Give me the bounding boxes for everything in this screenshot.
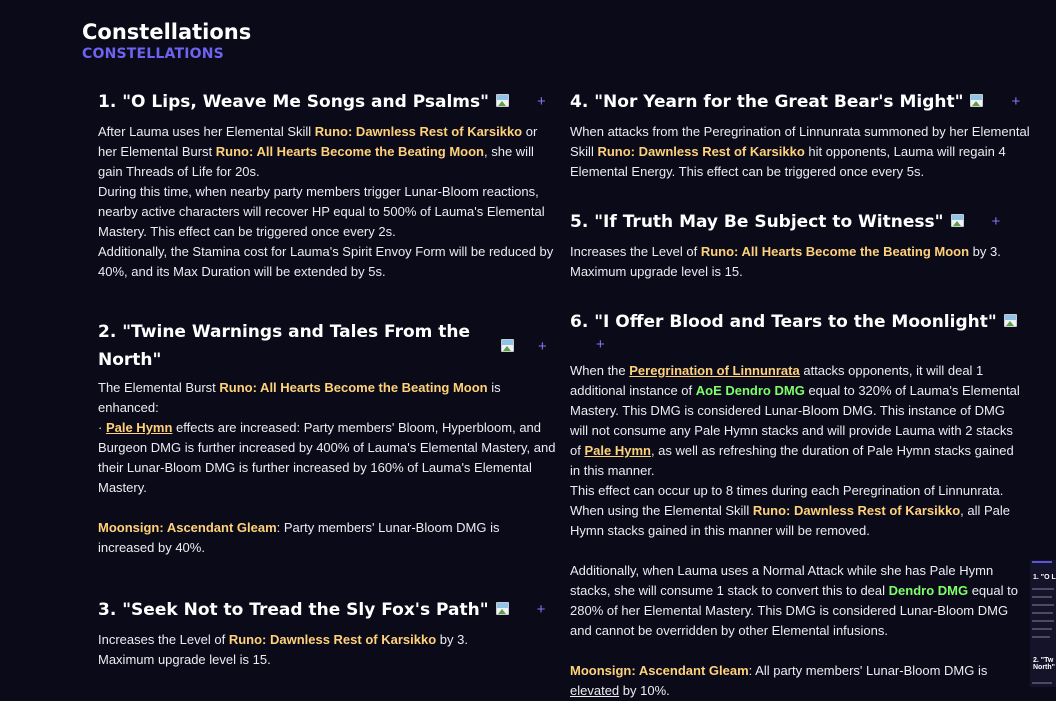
expand-plus-button[interactable]: + [992,213,1001,230]
page-header: Constellations CONSTELLATIONS [82,18,251,62]
text-segment: The Elemental Burst [98,380,220,395]
card-header: 4. "Nor Yearn for the Great Bear's Might… [570,88,1030,116]
pale-hymn-link[interactable]: Pale Hymn [584,443,650,458]
broken-image-icon [495,93,511,109]
moonsign-highlight: Moonsign: Ascendant Gleam [570,663,749,678]
constellation-description: When attacks from the Peregrination of L… [570,122,1030,182]
burst-highlight: Runo: All Hearts Become the Beating Moon [215,144,484,159]
constellation-title: 6. "I Offer Blood and Tears to the Moonl… [570,312,997,332]
constellation-title: 4. "Nor Yearn for the Great Bear's Might… [570,92,964,112]
text-segment: : All party members' Lunar-Bloom DMG is [748,663,988,678]
constellation-title: 1. "O Lips, Weave Me Songs and Psalms" [98,92,489,112]
text-segment: Increases the Level of [570,244,701,259]
description-paragraph: When attacks from the Peregrination of L… [570,122,1030,182]
expand-plus-button[interactable]: + [537,93,546,110]
constellation-title: 3. "Seek Not to Tread the Sly Fox's Path… [98,600,489,620]
constellation-description: The Elemental Burst Runo: All Hearts Bec… [98,378,558,558]
description-paragraph: During this time, when nearby party memb… [98,184,545,239]
expand-plus-button[interactable]: + [1011,93,1020,110]
elevated-link[interactable]: elevated [570,683,619,698]
constellation-description: Increases the Level of Runo: All Hearts … [570,242,1030,282]
broken-image-icon [950,213,966,229]
description-paragraph: · Pale Hymn effects are increased: Party… [98,418,558,498]
description-paragraph: Additionally, the Stamina cost for Lauma… [98,244,554,279]
skill-highlight: Runo: Dawnless Rest of Karsikko [597,144,805,159]
description-paragraph: Increases the Level of Runo: All Hearts … [570,242,1030,262]
dendro-highlight: Dendro DMG [888,583,969,598]
card-header: 5. "If Truth May Be Subject to Witness" + [570,208,1030,236]
broken-image-icon [1003,313,1019,329]
constellation-description: When the Peregrination of Linnunrata att… [570,361,1026,701]
dendro-highlight: AoE Dendro DMG [695,383,805,398]
card-header: 6. "I Offer Blood and Tears to the Moonl… [570,308,1026,355]
constellation-description: After Lauma uses her Elemental Skill Run… [98,122,558,282]
expand-plus-button[interactable]: + [537,601,546,618]
expand-plus-button[interactable]: + [538,338,547,355]
description-paragraph: After Lauma uses her Elemental Skill Run… [98,122,558,182]
constellation-card-2: 2. "Twine Warnings and Tales From the Nor… [98,318,558,558]
broken-image-icon [495,601,511,617]
text-segment: by 3. [969,244,1001,259]
card-header: 2. "Twine Warnings and Tales From the Nor… [98,318,558,374]
text-segment: · [98,420,106,435]
description-paragraph: Maximum upgrade level is 15. [570,264,743,279]
card-header: 1. "O Lips, Weave Me Songs and Psalms" + [98,88,558,116]
text-segment: by 10%. [619,683,670,698]
constellation-card-3: 3. "Seek Not to Tread the Sly Fox's Path… [98,596,558,670]
page-subtitle: CONSTELLATIONS [82,46,224,62]
description-paragraph: Additionally, when Lauma uses a Normal A… [570,561,1026,641]
description-paragraph: This effect can occur up to 8 times duri… [570,481,1026,541]
text-segment: When the [570,363,630,378]
peregrination-link[interactable]: Peregrination of Linnunrata [629,363,799,378]
preview-item-1: 1. "O L [1033,574,1056,581]
skill-highlight: Runo: Dawnless Rest of Karsikko [752,503,961,518]
text-segment: by 3. [436,632,468,647]
text-segment: After Lauma uses her Elemental Skill [98,124,315,139]
broken-image-icon [500,338,516,354]
constellation-card-5: 5. "If Truth May Be Subject to Witness" +… [570,208,1030,282]
description-paragraph: Increases the Level of Runo: Dawnless Re… [98,630,558,650]
text-segment: Increases the Level of [98,632,229,647]
description-paragraph: Moonsign: Ascendant Gleam: All party mem… [570,661,1026,701]
skill-highlight: Runo: Dawnless Rest of Karsikko [228,632,437,647]
constellation-description: Increases the Level of Runo: Dawnless Re… [98,630,558,670]
constellation-title: 5. "If Truth May Be Subject to Witness" [570,212,944,232]
constellation-card-1: 1. "O Lips, Weave Me Songs and Psalms" + … [98,88,558,282]
description-paragraph: Maximum upgrade level is 15. [98,652,271,667]
skill-highlight: Runo: Dawnless Rest of Karsikko [314,124,523,139]
constellation-title: 2. "Twine Warnings and Tales From the Nor… [98,322,471,370]
constellation-card-6: 6. "I Offer Blood and Tears to the Moonl… [570,308,1026,701]
pale-hymn-link[interactable]: Pale Hymn [106,420,172,435]
card-header: 3. "Seek Not to Tread the Sly Fox's Path… [98,596,558,624]
burst-highlight: Runo: All Hearts Become the Beating Moon [700,244,970,259]
sidebar-preview: 1. "O L 2. "Tw North" [1030,560,1056,687]
description-paragraph: Moonsign: Ascendant Gleam: Party members… [98,518,558,558]
description-paragraph: The Elemental Burst Runo: All Hearts Bec… [98,378,558,418]
expand-plus-button[interactable]: + [596,336,605,353]
moonsign-highlight: Moonsign: Ascendant Gleam [98,520,277,535]
constellation-card-4: 4. "Nor Yearn for the Great Bear's Might… [570,88,1030,182]
broken-image-icon [969,93,985,109]
page-title: Constellations [82,20,252,44]
burst-highlight: Runo: All Hearts Become the Beating Moon [219,380,488,395]
description-paragraph: When the Peregrination of Linnunrata att… [570,361,1026,481]
preview-item-2: 2. "Tw North" [1033,657,1055,671]
